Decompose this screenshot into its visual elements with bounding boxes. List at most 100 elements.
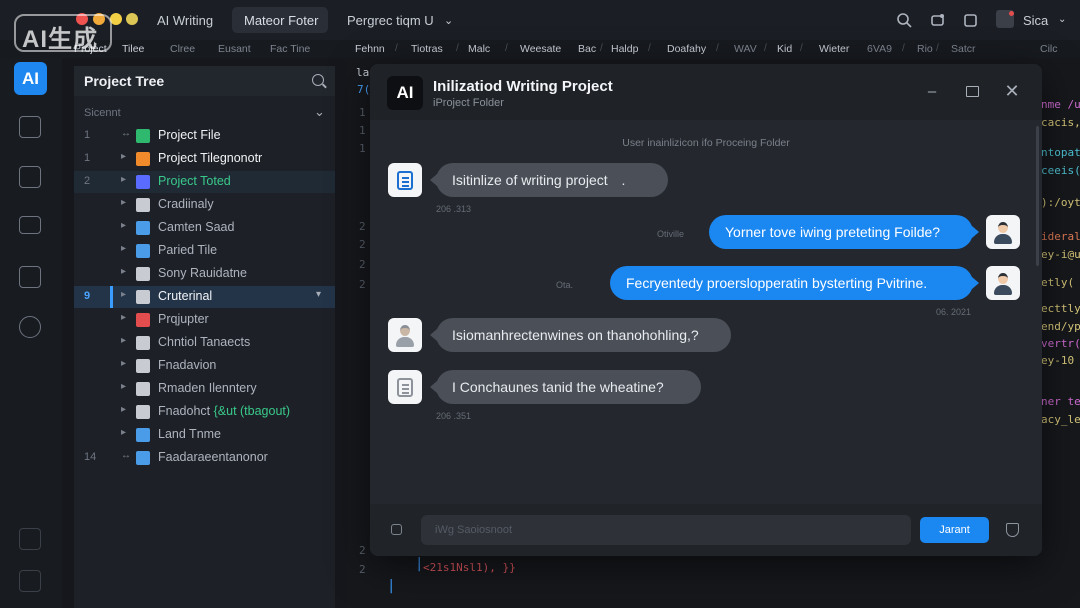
tree-item-label: Project File bbox=[158, 128, 221, 142]
tree-item-label: Prqjupter bbox=[158, 312, 209, 326]
tab-active[interactable]: Mateor Foter bbox=[232, 7, 328, 33]
menu-item[interactable]: Fehnn bbox=[355, 43, 385, 55]
tree-item[interactable]: ▸ Sony Rauidatne bbox=[74, 263, 335, 285]
expand-arrow-icon[interactable]: ▸ bbox=[121, 197, 126, 208]
maximize-icon[interactable] bbox=[962, 81, 982, 101]
dialog-logo: AI bbox=[387, 76, 423, 110]
expand-arrow-icon[interactable]: ▸ bbox=[121, 151, 126, 162]
message-text: Yorner tove iwing preteting Foilde? bbox=[725, 224, 941, 240]
tree-item[interactable]: 2 ▸ Project Toted bbox=[74, 171, 335, 193]
expand-arrow-icon[interactable]: ▸ bbox=[121, 289, 126, 300]
menu-item[interactable]: Rio bbox=[917, 43, 933, 55]
tree-item-label: Rmaden Ilenntery bbox=[158, 381, 257, 395]
title-bar: AI Writing Mateor Foter Pergrec tiqm U ⌄… bbox=[0, 0, 1080, 40]
expand-arrow-icon[interactable]: ↔ bbox=[121, 128, 131, 139]
settings-icon[interactable] bbox=[19, 316, 41, 338]
line-number: 2 bbox=[359, 278, 366, 291]
attach-icon[interactable] bbox=[391, 524, 402, 535]
line-number: 1 bbox=[359, 124, 366, 137]
window-icon[interactable] bbox=[960, 10, 980, 30]
tree-item-label-text: Fnadohct bbox=[158, 404, 211, 418]
search-icon[interactable] bbox=[312, 74, 324, 86]
terminal-icon[interactable] bbox=[19, 528, 41, 550]
tree-item[interactable]: ▸ Paried Tile bbox=[74, 240, 335, 262]
menu-item[interactable]: Bac bbox=[578, 43, 596, 55]
file-icon bbox=[136, 244, 150, 258]
message-trail: . bbox=[621, 172, 626, 188]
shield-icon[interactable] bbox=[1006, 523, 1019, 537]
book-icon[interactable] bbox=[19, 166, 41, 188]
menu-item[interactable]: WAV bbox=[734, 43, 757, 55]
expand-arrow-icon[interactable]: ▸ bbox=[121, 381, 126, 392]
search-icon[interactable] bbox=[894, 10, 914, 30]
notification-icon[interactable] bbox=[927, 10, 947, 30]
minimize-icon[interactable]: – bbox=[922, 81, 942, 101]
expand-arrow-icon[interactable]: ▸ bbox=[121, 427, 126, 438]
close-icon[interactable]: ✕ bbox=[1002, 81, 1022, 101]
tree-item[interactable]: ▸ Prqjupter bbox=[74, 309, 335, 331]
tree-item-number: 9 bbox=[84, 290, 91, 302]
tree-item[interactable]: ▸ Cradiinaly bbox=[74, 194, 335, 216]
menu-item[interactable]: Cilc bbox=[1040, 43, 1058, 55]
chevron-down-icon[interactable]: ⌄ bbox=[314, 104, 325, 120]
assistant-avatar bbox=[388, 318, 422, 352]
document-icon[interactable] bbox=[19, 116, 41, 138]
user-name[interactable]: Sica bbox=[1023, 13, 1048, 28]
file-icon bbox=[136, 382, 150, 396]
file-icon bbox=[136, 451, 150, 465]
chat-input[interactable] bbox=[421, 515, 911, 545]
tree-item-selected[interactable]: 9 ▸ Cruterinal ▾ bbox=[74, 286, 335, 308]
menu-item[interactable]: Wieter bbox=[819, 43, 849, 55]
message-text: Fecryentedy proerslopperatin bysterting … bbox=[626, 275, 928, 291]
tree-item[interactable]: 14 ↔ Faadaraeentanonor bbox=[74, 447, 335, 469]
archive-icon[interactable] bbox=[19, 570, 41, 592]
menu-separator: / bbox=[600, 43, 603, 54]
tree-item[interactable]: ▸ Rmaden Ilenntery bbox=[74, 378, 335, 400]
code-line: ecttly(x bbox=[1041, 302, 1080, 315]
project-dropdown[interactable]: Pergrec tiqm U bbox=[347, 13, 434, 28]
expand-arrow-icon[interactable]: ▸ bbox=[121, 243, 126, 254]
chevron-down-icon[interactable]: ⌄ bbox=[444, 14, 453, 27]
menu-item[interactable]: Weesate bbox=[520, 43, 561, 55]
line-number: 2 bbox=[359, 258, 366, 271]
message-bubble: Fecryentedy proerslopperatin bysterting … bbox=[610, 266, 979, 300]
menu-item[interactable]: Doafahy bbox=[667, 43, 706, 55]
tree-item[interactable]: 1 ↔ Project File bbox=[74, 125, 335, 147]
menu-item[interactable]: Fac Tine bbox=[270, 43, 310, 55]
tree-item[interactable]: ▸ Camten Saad bbox=[74, 217, 335, 239]
expand-arrow-icon[interactable]: ▸ bbox=[121, 266, 126, 277]
expand-arrow-icon[interactable]: ▸ bbox=[121, 312, 126, 323]
tree-item[interactable]: ▸ Chntiol Tanaects bbox=[74, 332, 335, 354]
tree-item-code-suffix: {&ut (tbagout) bbox=[213, 404, 291, 418]
mail-icon[interactable] bbox=[19, 266, 41, 288]
menu-item[interactable]: Kid bbox=[777, 43, 792, 55]
menu-item[interactable]: Haldp bbox=[611, 43, 638, 55]
send-button[interactable]: Jarant bbox=[920, 517, 989, 543]
expand-arrow-icon[interactable]: ▸ bbox=[121, 335, 126, 346]
menu-item[interactable]: Clree bbox=[170, 43, 195, 55]
expand-arrow-icon[interactable]: ▸ bbox=[121, 404, 126, 415]
expand-arrow-icon[interactable]: ▸ bbox=[121, 358, 126, 369]
menu-separator: / bbox=[505, 43, 508, 54]
menu-separator: / bbox=[936, 43, 939, 54]
expand-arrow-icon[interactable]: ▸ bbox=[121, 174, 126, 185]
expand-arrow-icon[interactable]: ▸ bbox=[121, 220, 126, 231]
tree-item[interactable]: 1 ▸ Project Tilegnonotr bbox=[74, 148, 335, 170]
menu-item-tilee[interactable]: Tilee bbox=[122, 43, 144, 55]
expand-arrow-icon[interactable]: ↔ bbox=[121, 450, 131, 461]
tree-item[interactable]: ▸ Fnadavion bbox=[74, 355, 335, 377]
user-menu-chevron-icon[interactable]: ⌄ bbox=[1058, 14, 1066, 25]
tree-item[interactable]: ▸ Land Tnme bbox=[74, 424, 335, 446]
app-logo[interactable]: AI bbox=[14, 62, 47, 95]
menu-item[interactable]: 6VA9 bbox=[867, 43, 892, 55]
file-icon bbox=[136, 267, 150, 281]
tree-item[interactable]: ▸ Fnadohct {&ut (tbagout) bbox=[74, 401, 335, 423]
chevron-down-icon[interactable]: ▾ bbox=[316, 289, 321, 300]
menu-item[interactable]: Satcr bbox=[951, 43, 976, 55]
line-number: 2 bbox=[359, 220, 366, 233]
folder-icon[interactable] bbox=[19, 216, 41, 234]
menu-item[interactable]: Malc bbox=[468, 43, 490, 55]
app-name: AI Writing bbox=[157, 13, 214, 28]
menu-item[interactable]: Tiotras bbox=[411, 43, 443, 55]
menu-item[interactable]: Eusant bbox=[218, 43, 251, 55]
